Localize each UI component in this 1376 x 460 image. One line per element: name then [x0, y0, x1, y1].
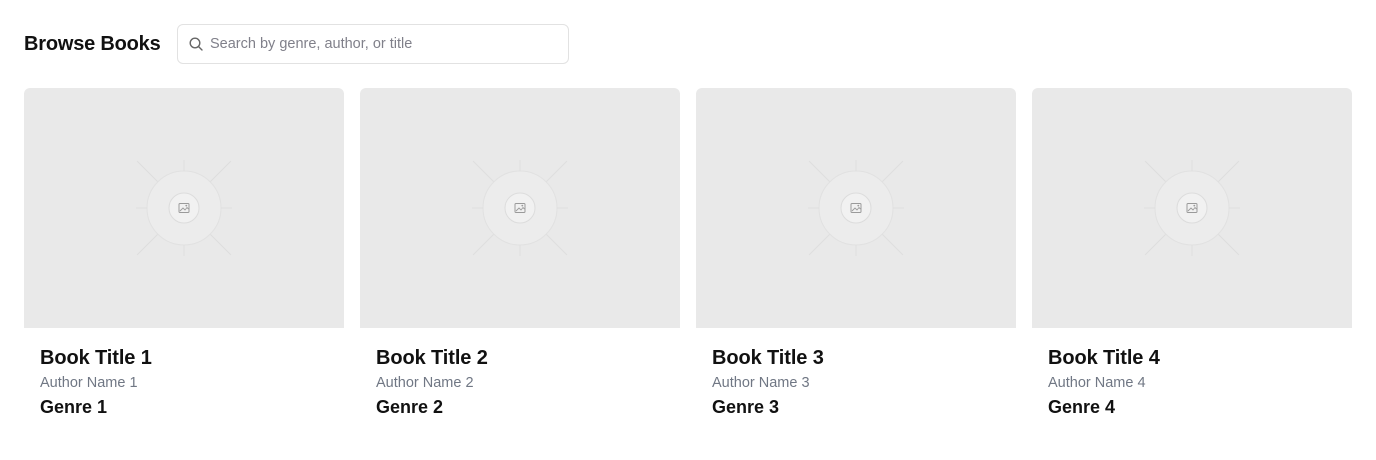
book-genre: Genre 4 — [1048, 397, 1116, 417]
book-author: Author Name 3 — [712, 375, 810, 391]
book-author: Author Name 1 — [40, 375, 138, 391]
book-author: Author Name 2 — [376, 375, 474, 391]
page-header: Browse Books — [24, 24, 161, 64]
search-input[interactable] — [210, 29, 550, 59]
book-title: Book Title 1 — [40, 347, 152, 369]
book-card[interactable]: Book Title 3 Author Name 3 Genre 3 — [696, 88, 1016, 418]
image-placeholder-icon — [1144, 160, 1240, 256]
book-card-body: Book Title 2 Author Name 2 Genre 2 — [360, 328, 680, 418]
book-genre: Genre 2 — [376, 397, 444, 417]
book-card[interactable]: Book Title 2 Author Name 2 Genre 2 — [360, 88, 680, 418]
page-title: Browse Books — [24, 32, 161, 55]
image-placeholder-icon — [472, 160, 568, 256]
book-genre: Genre 3 — [712, 397, 780, 417]
book-author: Author Name 4 — [1048, 375, 1146, 391]
book-cover — [696, 88, 1016, 328]
book-title: Book Title 2 — [376, 347, 488, 369]
book-genre: Genre 1 — [40, 397, 108, 417]
book-card-body: Book Title 4 Author Name 4 Genre 4 — [1032, 328, 1352, 418]
book-card-body: Book Title 3 Author Name 3 Genre 3 — [696, 328, 1016, 418]
search-icon — [188, 36, 204, 52]
search-box[interactable] — [177, 24, 569, 64]
image-placeholder-icon — [136, 160, 232, 256]
image-placeholder-icon — [808, 160, 904, 256]
book-cover — [24, 88, 344, 328]
book-cover — [360, 88, 680, 328]
book-card-body: Book Title 1 Author Name 1 Genre 1 — [24, 328, 344, 418]
book-grid: Book Title 1 Author Name 1 Genre 1 Book … — [24, 88, 1352, 418]
book-card[interactable]: Book Title 4 Author Name 4 Genre 4 — [1032, 88, 1352, 418]
book-card[interactable]: Book Title 1 Author Name 1 Genre 1 — [24, 88, 344, 418]
book-cover — [1032, 88, 1352, 328]
book-title: Book Title 3 — [712, 347, 824, 369]
book-title: Book Title 4 — [1048, 347, 1160, 369]
